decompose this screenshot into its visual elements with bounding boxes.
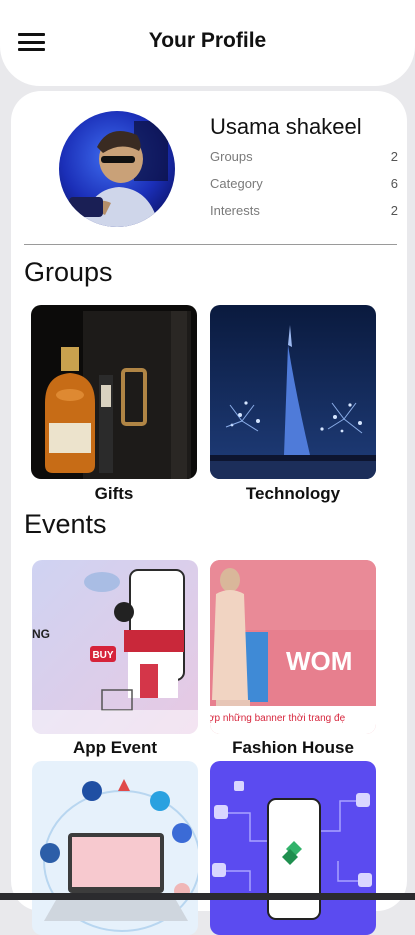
event-tile-social-media[interactable] (32, 761, 198, 935)
event-tile-app-design[interactable] (210, 761, 376, 935)
system-navigation-bar (0, 893, 415, 900)
event-tile-fashion-house[interactable]: WOM ợp những banner thời trang đẹ (210, 560, 376, 734)
group-tile-technology[interactable] (210, 305, 376, 479)
avatar[interactable] (59, 111, 175, 227)
stat-groups: Groups 2 (210, 149, 398, 164)
art-buy-text: BUY (92, 650, 113, 661)
event-tile-app-event[interactable]: BUY NG (32, 560, 198, 734)
profile-card: Usama shakeel Groups 2 Category 6 Intere… (11, 91, 407, 935)
art-banner-text: ợp những banner thời trang đẹ (210, 713, 346, 724)
stat-value: 2 (390, 149, 398, 164)
events-section-title: Events (24, 509, 107, 539)
stat-label: Category (210, 176, 263, 191)
stat-value: 6 (390, 176, 398, 191)
art-ng-text: NG (32, 627, 50, 641)
profile-name: Usama shakeel (210, 114, 362, 139)
groups-section-title: Groups (24, 257, 113, 287)
stat-value: 2 (390, 203, 398, 218)
art-wom-text: WOM (286, 646, 352, 676)
stat-category: Category 6 (210, 176, 398, 191)
app-bar: Your Profile (0, 0, 415, 86)
stat-label: Interests (210, 203, 260, 218)
divider (24, 244, 397, 245)
group-label: Gifts (94, 484, 134, 503)
stat-label: Groups (210, 149, 253, 164)
event-label: App Event (72, 738, 158, 757)
page-title: Your Profile (148, 29, 267, 52)
event-label: Fashion House (232, 738, 354, 757)
group-label: Technology (245, 484, 341, 503)
group-tile-gifts[interactable] (31, 305, 197, 479)
stat-interests: Interests 2 (210, 203, 398, 218)
